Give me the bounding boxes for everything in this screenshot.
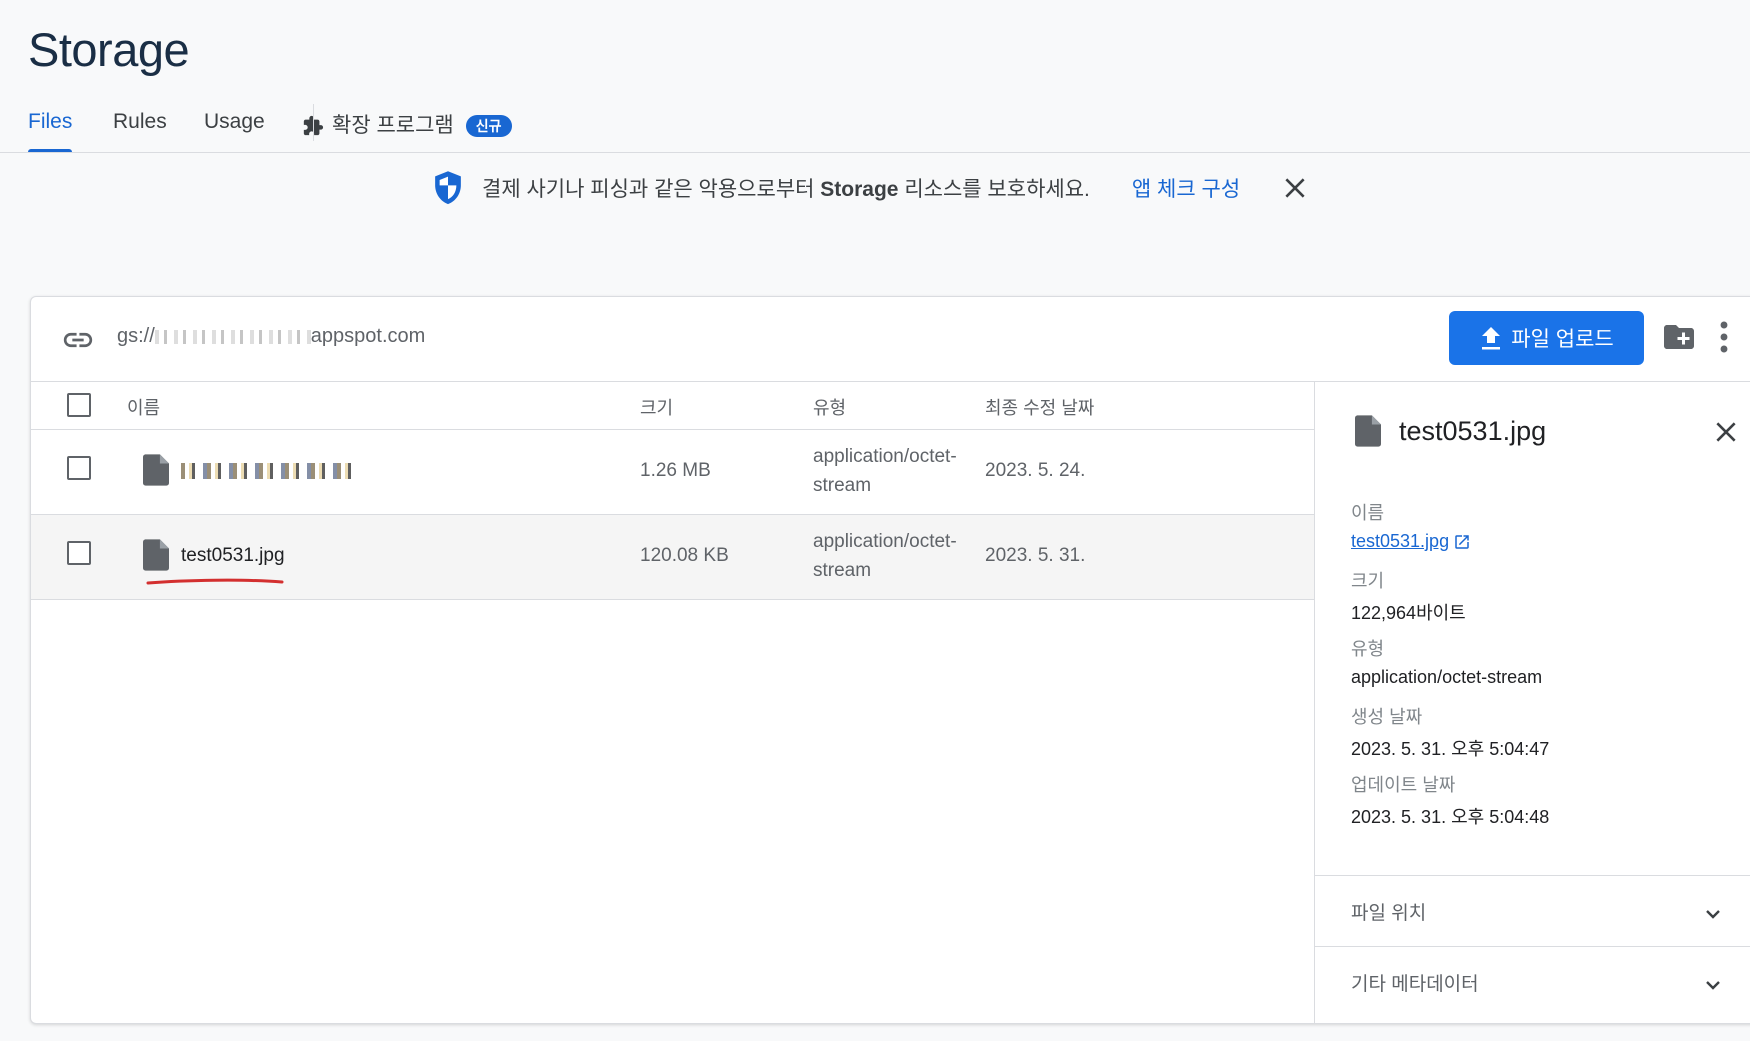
tab-extensions-label: 확장 프로그램 — [332, 114, 454, 137]
file-type: application/octet-stream — [813, 531, 957, 581]
bucket-path: gs://appspot.com — [117, 325, 426, 347]
file-icon — [143, 539, 169, 571]
meta-name: 이름 test0531.jpg — [1351, 499, 1471, 552]
annotation-underline — [146, 578, 284, 585]
header-modified[interactable]: 최종 수정 날짜 — [985, 394, 1094, 420]
more-options-icon[interactable] — [1717, 319, 1731, 355]
panel-title: test0531.jpg — [1399, 415, 1547, 446]
row-checkbox[interactable] — [67, 456, 91, 480]
file-icon — [143, 454, 169, 486]
tab-extensions[interactable]: 확장 프로그램 신규 — [302, 100, 512, 152]
table-row[interactable]: 1.26 MB application/octet-stream 2023. 5… — [31, 430, 1314, 515]
file-modified: 2023. 5. 31. — [985, 545, 1086, 566]
files-table: 이름 크기 유형 최종 수정 날짜 1.26 MB application/oc… — [31, 381, 1314, 600]
file-size: 120.08 KB — [640, 545, 729, 566]
app-check-banner: 결제 사기나 피싱과 같은 악용으로부터 Storage 리소스를 보호하세요.… — [432, 168, 1308, 208]
banner-message: 결제 사기나 피싱과 같은 악용으로부터 Storage 리소스를 보호하세요. — [482, 178, 1090, 201]
close-icon[interactable] — [1713, 419, 1739, 445]
link-icon[interactable] — [61, 323, 95, 357]
row-checkbox[interactable] — [67, 541, 91, 565]
new-badge: 신규 — [465, 115, 512, 137]
file-modified: 2023. 5. 24. — [985, 460, 1086, 481]
upload-file-button[interactable]: 파일 업로드 — [1449, 311, 1644, 365]
panel-header: test0531.jpg — [1355, 415, 1546, 447]
file-name[interactable]: test0531.jpg — [181, 545, 285, 567]
header-name[interactable]: 이름 — [127, 394, 160, 420]
tab-rules[interactable]: Rules — [113, 100, 167, 152]
tab-bar: Files Rules Usage 확장 프로그램 신규 — [0, 100, 1750, 153]
tab-usage[interactable]: Usage — [204, 100, 265, 152]
files-card: gs://appspot.com 파일 업로드 이름 크기 유형 최종 수정 날… — [30, 296, 1750, 1024]
tab-files[interactable]: Files — [28, 100, 73, 152]
table-row[interactable]: test0531.jpg 120.08 KB application/octet… — [31, 515, 1314, 600]
configure-app-check-link[interactable]: 앱 체크 구성 — [1132, 173, 1240, 203]
select-all-checkbox[interactable] — [67, 393, 91, 417]
meta-updated: 업데이트 날짜 2023. 5. 31. 오후 5:04:48 — [1351, 775, 1550, 827]
file-details-panel: test0531.jpg 이름 test0531.jpg 크기 122,964바… — [1314, 381, 1750, 1023]
file-size: 1.26 MB — [640, 460, 711, 481]
shield-icon — [435, 171, 461, 205]
chevron-down-icon — [1706, 981, 1720, 990]
file-type: application/octet-stream — [813, 446, 957, 496]
close-icon[interactable] — [1282, 175, 1308, 201]
page-title: Storage — [28, 23, 190, 76]
meta-type: 유형 application/octet-stream — [1351, 639, 1543, 687]
open-in-new-icon — [1455, 534, 1469, 549]
create-folder-icon[interactable] — [1661, 319, 1697, 355]
upload-icon — [1482, 327, 1501, 350]
bucket-path-bar: gs://appspot.com 파일 업로드 — [31, 297, 1750, 382]
redacted-bucket-name — [154, 329, 311, 344]
table-header: 이름 크기 유형 최종 수정 날짜 — [31, 381, 1314, 430]
header-size[interactable]: 크기 — [640, 394, 673, 420]
meta-size: 크기 122,964바이트 — [1351, 571, 1466, 623]
header-type[interactable]: 유형 — [813, 394, 846, 420]
meta-created: 생성 날짜 2023. 5. 31. 오후 5:04:47 — [1351, 707, 1550, 759]
redacted-file-name[interactable] — [181, 463, 351, 479]
chevron-down-icon — [1706, 910, 1720, 919]
file-download-link[interactable]: test0531.jpg — [1351, 531, 1471, 552]
other-metadata-accordion[interactable]: 기타 메타데이터 — [1315, 946, 1750, 1017]
tab-divider — [313, 104, 314, 141]
file-location-accordion[interactable]: 파일 위치 — [1315, 875, 1750, 946]
file-icon — [1355, 415, 1381, 447]
